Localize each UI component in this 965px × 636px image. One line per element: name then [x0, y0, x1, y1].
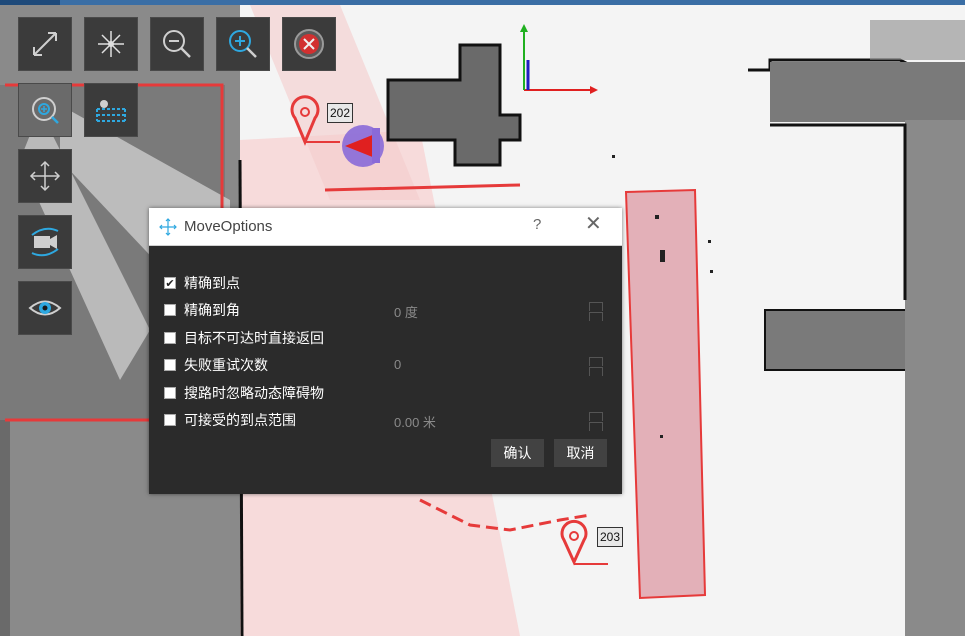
- option-label: 可接受的到点范围: [184, 413, 296, 429]
- stop-circle-icon: [294, 29, 324, 59]
- move-arrows-icon: [29, 160, 61, 192]
- option-precise-point[interactable]: ✔ 精确到点: [164, 272, 240, 294]
- cancel-button[interactable]: 取消: [554, 439, 607, 467]
- help-button[interactable]: ?: [533, 216, 541, 233]
- angle-value-input[interactable]: 0 度: [394, 302, 418, 321]
- crosshair-star-icon: [98, 31, 124, 57]
- angle-spinner[interactable]: [589, 302, 603, 321]
- option-ignore-dynamic-obstacles[interactable]: 搜路时忽略动态障碍物: [164, 382, 324, 404]
- marker-label-203[interactable]: 203: [597, 527, 624, 547]
- option-return-unreachable[interactable]: 目标不可达时直接返回: [164, 327, 324, 349]
- option-label: 失败重试次数: [184, 358, 268, 374]
- camera-button[interactable]: [18, 215, 72, 269]
- arrival-range-input[interactable]: 0.00 米: [394, 412, 436, 431]
- view-button[interactable]: [18, 281, 72, 335]
- retry-count-input[interactable]: 0: [394, 357, 401, 372]
- zoom-area-button[interactable]: [18, 83, 72, 137]
- stop-button[interactable]: [282, 17, 336, 71]
- expand-icon: [33, 32, 57, 56]
- move-options-dialog: MoveOptions ? ✕ ✔ 精确到点 精确到角 0 度 目标不可达时直接…: [149, 208, 622, 494]
- zoom-target-icon: [32, 97, 59, 124]
- marker-label-202[interactable]: 202: [327, 103, 354, 123]
- dialog-title: MoveOptions: [184, 218, 273, 235]
- range-spinner[interactable]: [589, 412, 603, 431]
- eye-icon: [28, 300, 62, 316]
- zoom-out-icon: [163, 30, 191, 58]
- checkbox-ignore-dynamic-obstacles[interactable]: [164, 387, 176, 399]
- close-button[interactable]: ✕: [585, 214, 602, 234]
- lidar-button[interactable]: [84, 83, 138, 137]
- fullscreen-button[interactable]: [18, 17, 72, 71]
- option-label: 精确到角: [184, 303, 240, 319]
- move-button[interactable]: [18, 149, 72, 203]
- zoom-out-button[interactable]: [150, 17, 204, 71]
- dialog-title-bar[interactable]: MoveOptions ? ✕: [149, 208, 622, 246]
- checkbox-precise-angle[interactable]: [164, 304, 176, 316]
- option-arrival-range[interactable]: 可接受的到点范围: [164, 409, 296, 431]
- retry-spinner[interactable]: [589, 357, 603, 376]
- center-button[interactable]: [84, 17, 138, 71]
- checkbox-retry-count[interactable]: [164, 359, 176, 371]
- option-label: 搜路时忽略动态障碍物: [184, 386, 324, 402]
- option-label: 精确到点: [184, 276, 240, 292]
- confirm-button[interactable]: 确认: [491, 439, 544, 467]
- move-crosshair-icon: [159, 217, 177, 236]
- checkbox-return-unreachable[interactable]: [164, 332, 176, 344]
- lidar-scan-icon: [96, 100, 126, 122]
- option-precise-angle[interactable]: 精确到角: [164, 299, 240, 321]
- option-label: 目标不可达时直接返回: [184, 331, 324, 347]
- checkbox-arrival-range[interactable]: [164, 414, 176, 426]
- zoom-in-icon: [229, 30, 257, 58]
- camera-rotate-icon: [31, 227, 59, 257]
- option-retry-count[interactable]: 失败重试次数: [164, 354, 268, 376]
- checkbox-precise-point[interactable]: ✔: [164, 277, 176, 289]
- zoom-in-button[interactable]: [216, 17, 270, 71]
